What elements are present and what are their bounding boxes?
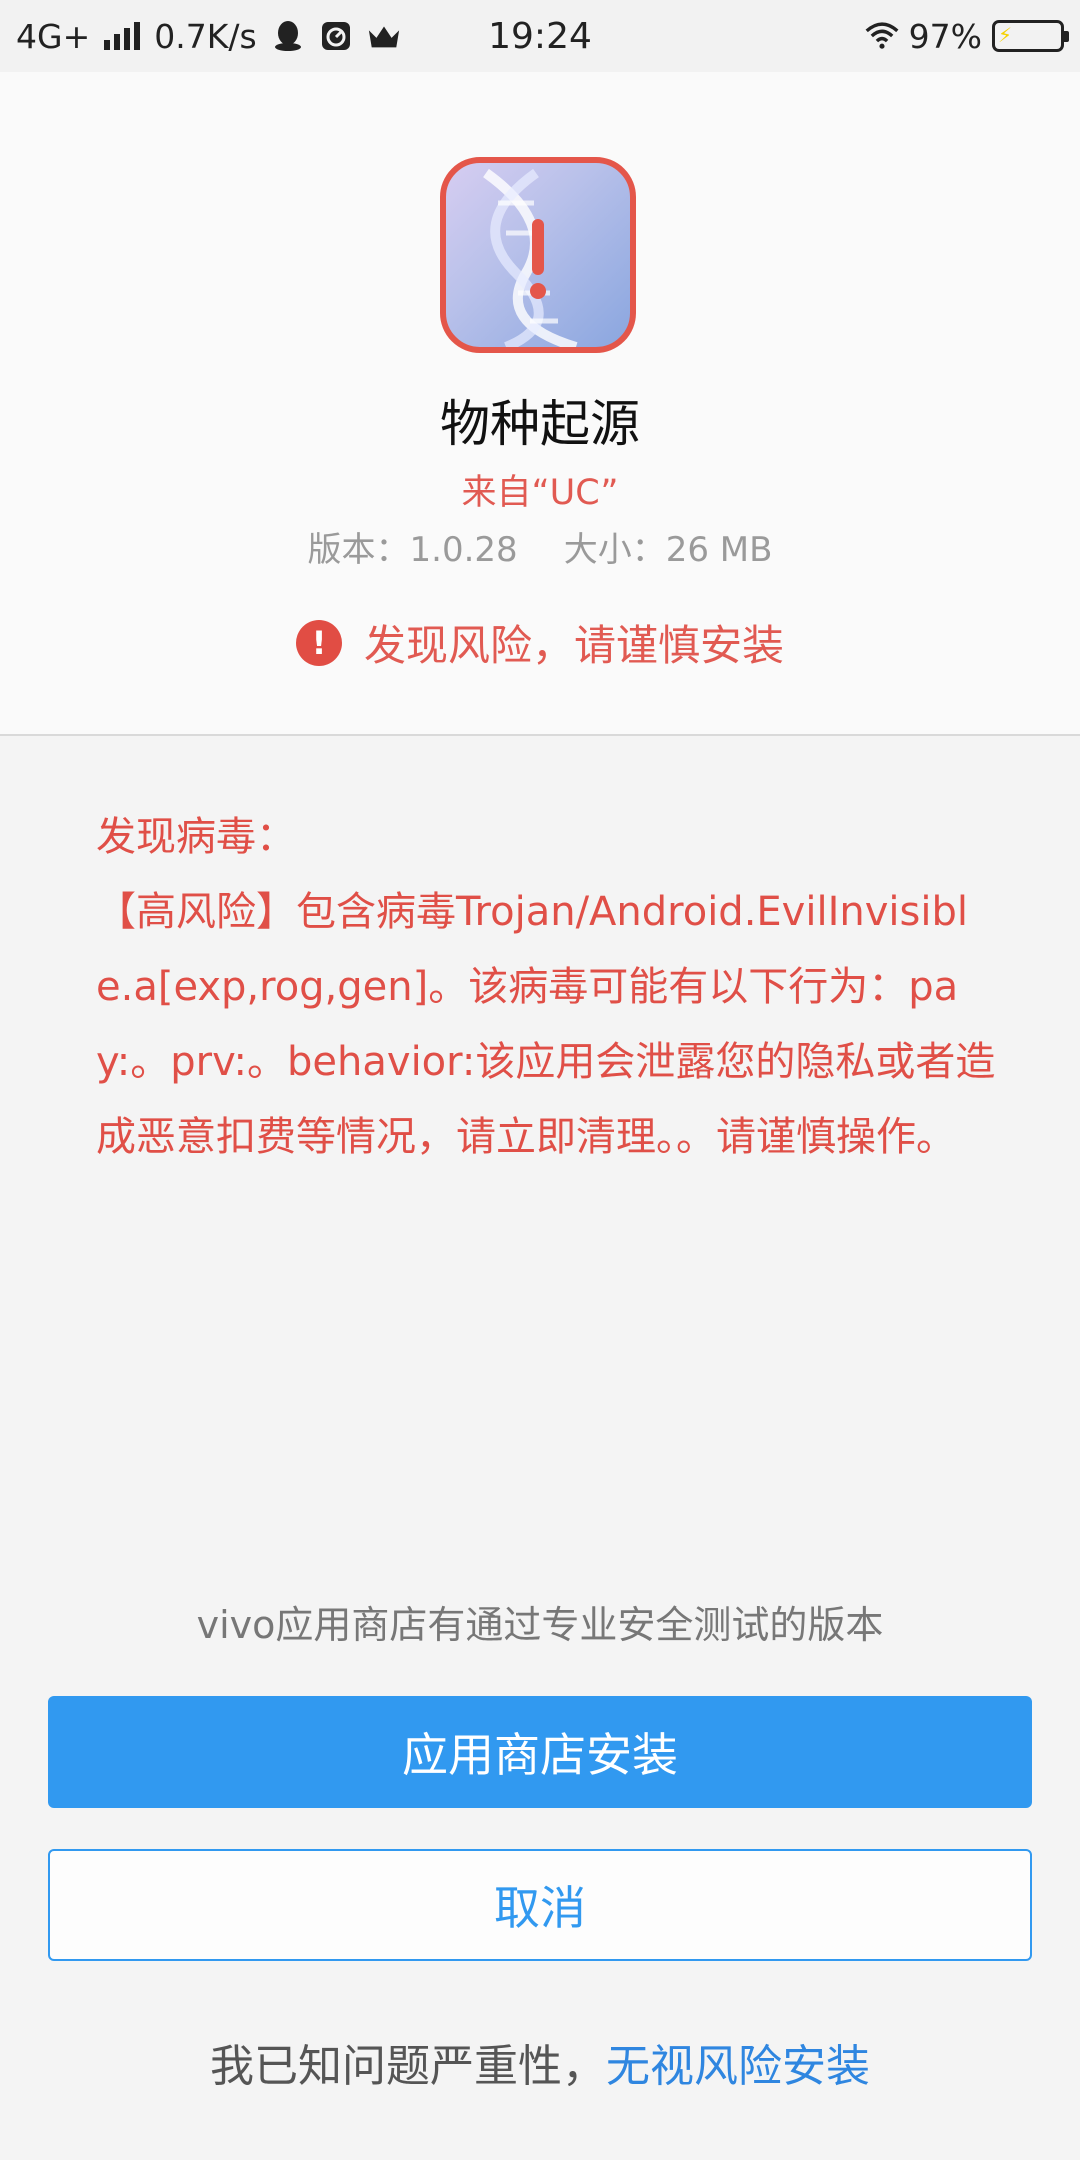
battery-icon: ⚡ — [992, 20, 1069, 52]
store-hint: vivo应用商店有通过专业安全测试的版本 — [196, 1603, 884, 1647]
virus-heading: 发现病毒： — [96, 814, 296, 860]
crown-icon — [367, 19, 401, 53]
app-meta: 版本：1.0.28 大小：26 MB — [0, 522, 1080, 571]
virus-description: 【高风险】包含病毒Trojan/Android.EvilInvisible.a[… — [96, 889, 996, 1160]
network-speed: 0.7K/s — [154, 16, 257, 56]
status-right: 97% ⚡ — [865, 16, 1069, 56]
warning-icon: ! — [295, 619, 342, 666]
app-name: 物种起源 — [440, 395, 640, 453]
signal-icon — [104, 22, 141, 50]
ignore-risk-row: 我已知问题严重性，无视风险安装 — [0, 2030, 1080, 2094]
network-type: 4G+ — [16, 16, 91, 56]
ignore-risk-install-link[interactable]: 无视风险安装 — [606, 2041, 870, 2092]
app-version: 版本：1.0.28 — [307, 530, 518, 570]
app-info-card: 物种起源 来自“UC” 版本：1.0.28 大小：26 MB ! 发现风险，请谨慎… — [0, 72, 1080, 736]
qq-icon — [271, 19, 305, 53]
store-install-button[interactable]: 应用商店安装 — [48, 1696, 1032, 1808]
app-size: 大小：26 MB — [563, 530, 773, 570]
cancel-button[interactable]: 取消 — [48, 1849, 1032, 1961]
status-bar: 4G+ 0.7K/s 19:24 97% ⚡ — [0, 0, 1080, 72]
risk-text: 发现风险，请谨慎安装 — [363, 621, 784, 670]
virus-warning: 发现病毒： 【高风险】包含病毒Trojan/Android.EvilInvisi… — [96, 800, 996, 1175]
risk-banner: ! 发现风险，请谨慎安装 — [0, 612, 1080, 673]
status-left: 4G+ 0.7K/s — [16, 17, 401, 56]
ignore-prefix: 我已知问题严重性， — [210, 2041, 606, 2092]
battery-percent: 97% — [908, 16, 982, 56]
app-source: 来自“UC” — [461, 473, 619, 513]
app-icon — [440, 157, 636, 353]
dna-icon — [483, 168, 578, 347]
wifi-icon — [865, 19, 899, 53]
speedometer-icon — [319, 19, 353, 53]
